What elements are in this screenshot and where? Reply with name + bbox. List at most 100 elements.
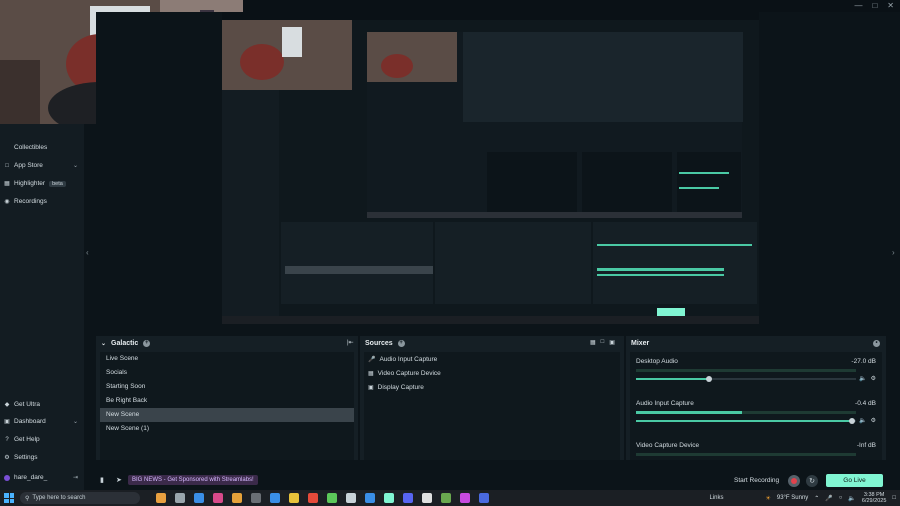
sidebar-item-collectibles[interactable]: Collectibles [4, 144, 78, 151]
taskbar-app-icon[interactable] [156, 493, 166, 503]
taskbar-app-icon[interactable] [232, 493, 242, 503]
scene-list: Live Scene Socials Starting Soon Be Righ… [100, 352, 354, 460]
scene-item[interactable]: Live Scene [100, 352, 354, 366]
chevron-down-icon[interactable]: ⌄ [73, 418, 78, 425]
taskbar-app-icon[interactable] [422, 493, 432, 503]
microphone-icon[interactable]: 🎤 [825, 495, 832, 502]
start-recording-label: Start Recording [734, 477, 780, 484]
scene-item[interactable]: New Scene (1) [100, 422, 354, 436]
beta-badge: beta [49, 180, 66, 187]
volume-icon[interactable]: 🔈 [848, 495, 855, 502]
discord-icon[interactable] [403, 493, 413, 503]
volume-slider[interactable] [636, 376, 856, 382]
chrome-icon[interactable] [308, 493, 318, 503]
sidebar-item-dashboard[interactable]: ▣ Dashboard ⌄ [4, 418, 78, 425]
taskbar-app-icon[interactable] [251, 493, 261, 503]
speaker-icon[interactable]: 🔈 [859, 375, 866, 382]
add-folder-icon[interactable]: ▣ [609, 339, 615, 346]
speaker-icon[interactable]: 🔈 [859, 417, 866, 424]
bottom-bar: ▮ ➤ BIG NEWS - Get Sponsored with Stream… [96, 472, 886, 490]
transition-icon[interactable]: |⇤ [347, 339, 354, 346]
add-scene-icon[interactable]: + [143, 339, 151, 347]
minecraft-icon[interactable] [441, 493, 451, 503]
sidebar-user[interactable]: hare_dare_ ⇥ [4, 474, 78, 481]
taskbar-app-icon[interactable] [270, 493, 280, 503]
audio-meter [636, 369, 856, 372]
sidebar-item-highlighter[interactable]: ▦ Highlighter beta [4, 180, 78, 187]
dashboard-icon: ▣ [4, 419, 10, 425]
task-view-icon[interactable] [175, 493, 185, 503]
audio-meter [636, 411, 856, 414]
scene-item[interactable]: Starting Soon [100, 380, 354, 394]
close-icon[interactable]: ✕ [887, 1, 894, 10]
gear-icon[interactable]: ⚙ [871, 375, 876, 382]
scene-item[interactable]: Socials [100, 366, 354, 380]
replay-buffer-button[interactable]: ↻ [806, 475, 818, 487]
maximize-icon[interactable]: □ [872, 1, 877, 10]
camera-icon: ▦ [368, 370, 374, 377]
taskbar-search[interactable]: ⚲ Type here to search [20, 492, 140, 504]
sidebar-item-get-ultra[interactable]: ◆ Get Ultra [4, 401, 78, 408]
sidebar-item-recordings[interactable]: ◉ Recordings [4, 198, 78, 205]
source-item[interactable]: ▦ Video Capture Device [364, 366, 620, 380]
notification-icon[interactable]: □ [892, 495, 896, 501]
scene-item-active[interactable]: New Scene [100, 408, 354, 422]
scenes-dock: ⌄ Galactic + Live Scene Socials Starting… [96, 336, 358, 460]
help-icon: ? [5, 436, 9, 443]
window-controls: — □ ✕ [854, 1, 894, 10]
scene-collection-title[interactable]: Galactic [111, 340, 138, 347]
taskbar-app-icon[interactable] [460, 493, 470, 503]
sidebar-item-get-help[interactable]: ? Get Help [4, 436, 78, 443]
sources-title: Sources [365, 339, 393, 347]
edge-icon[interactable] [194, 493, 204, 503]
sources-dock: Sources + 🎤 Audio Input Capture ▦ Video … [360, 336, 624, 460]
recordings-icon: ◉ [4, 199, 10, 205]
collapse-scenes-icon[interactable]: ⌄ [101, 340, 106, 347]
sidebar-item-app-store[interactable]: □ App Store ⌄ [4, 162, 78, 169]
add-source-icon[interactable]: + [397, 339, 405, 347]
news-banner[interactable]: BIG NEWS - Get Sponsored with Streamlabs… [128, 475, 258, 485]
taskbar: ⚲ Type here to search Links ☀ 93°F Sunny… [0, 490, 900, 506]
chevron-down-icon[interactable]: ⌄ [73, 162, 78, 169]
gear-icon[interactable]: ⚙ [871, 417, 876, 424]
source-item[interactable]: ▣ Display Capture [364, 380, 620, 394]
taskbar-app-icon[interactable] [365, 493, 375, 503]
collectibles-icon [4, 145, 10, 151]
network-icon[interactable]: ○ [839, 495, 843, 501]
folder-icon[interactable]: □ [601, 339, 605, 346]
collapse-left-icon[interactable]: ‹ [86, 248, 89, 257]
go-live-button[interactable]: Go Live [826, 474, 883, 487]
taskbar-app-icon[interactable] [327, 493, 337, 503]
taskbar-app-icon[interactable] [213, 493, 223, 503]
highlighter-icon: ▦ [4, 181, 10, 187]
streamlabs-icon[interactable] [384, 493, 394, 503]
taskbar-app-icon[interactable] [346, 493, 356, 503]
file-explorer-icon[interactable] [289, 493, 299, 503]
stream-preview[interactable] [96, 12, 886, 330]
record-button[interactable] [788, 475, 800, 487]
collapse-right-icon[interactable]: › [892, 248, 895, 257]
taskbar-app-icon[interactable] [479, 493, 489, 503]
sidebar-item-settings[interactable]: ⚙ Settings [4, 454, 78, 461]
stats-icon[interactable]: ▮ [100, 476, 104, 484]
volume-slider[interactable] [636, 418, 856, 424]
weather-label[interactable]: 93°F Sunny [777, 495, 808, 501]
system-tray: Links ☀ 93°F Sunny ⌃ 🎤 ○ 🔈 3:38 PM 6/29/… [709, 492, 896, 504]
mixer-settings-icon[interactable]: • [873, 339, 880, 347]
logout-icon[interactable]: ⇥ [73, 474, 78, 481]
windows-start-icon[interactable] [4, 493, 14, 503]
weather-icon: ☀ [765, 495, 771, 502]
links-label[interactable]: Links [709, 495, 723, 501]
megaphone-icon[interactable]: ➤ [116, 476, 122, 484]
mixer-body: Desktop Audio -27.0 dB 🔈 ⚙ Audio Input Ca… [630, 352, 882, 460]
mixer-title: Mixer [631, 339, 650, 347]
scene-item[interactable]: Be Right Back [100, 394, 354, 408]
minimize-icon[interactable]: — [854, 1, 862, 10]
preview-toggle-icon[interactable]: ▦ [590, 339, 596, 346]
clock[interactable]: 3:38 PM 6/29/2025 [862, 492, 886, 504]
source-item[interactable]: 🎤 Audio Input Capture [364, 352, 620, 366]
monitor-icon: ▣ [368, 384, 374, 391]
chevron-up-icon[interactable]: ⌃ [814, 495, 819, 502]
settings-icon: ⚙ [4, 455, 10, 461]
source-list: 🎤 Audio Input Capture ▦ Video Capture De… [364, 352, 620, 460]
